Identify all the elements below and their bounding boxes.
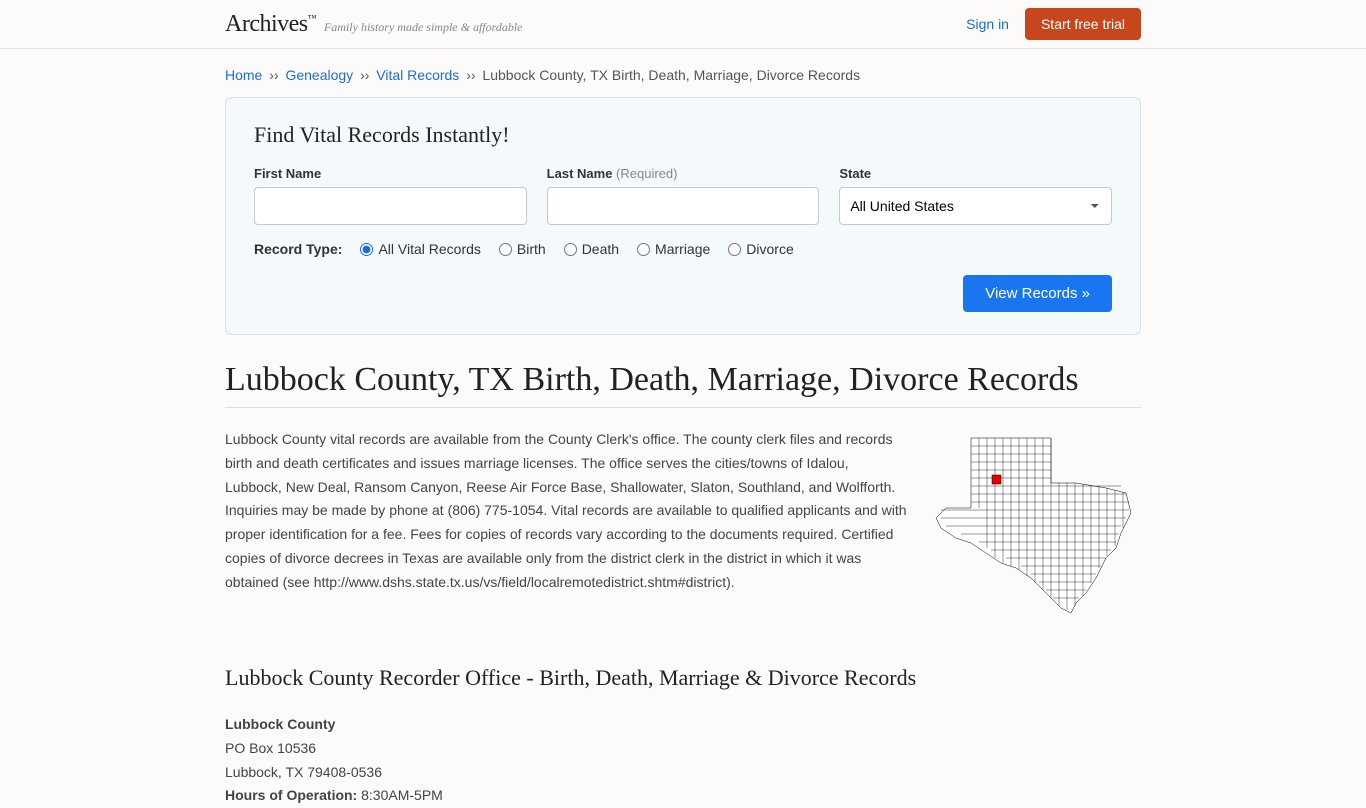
first-name-input[interactable] (254, 187, 527, 225)
radio-divorce[interactable]: Divorce (728, 241, 793, 257)
state-select[interactable]: All United States (839, 187, 1112, 225)
view-records-button[interactable]: View Records » (963, 275, 1112, 312)
breadcrumb-current: Lubbock County, TX Birth, Death, Marriag… (482, 67, 860, 83)
breadcrumb-genealogy[interactable]: Genealogy (285, 67, 353, 83)
last-name-group: Last Name (Required) (547, 166, 820, 225)
breadcrumb-vital[interactable]: Vital Records (376, 67, 459, 83)
site-header: Archives™ Family history made simple & a… (0, 0, 1366, 49)
radio-birth-input[interactable] (499, 243, 512, 256)
start-trial-button[interactable]: Start free trial (1025, 8, 1141, 40)
logo[interactable]: Archives™ (225, 11, 316, 38)
header-actions: Sign in Start free trial (966, 8, 1141, 40)
logo-area: Archives™ Family history made simple & a… (225, 11, 523, 38)
breadcrumb-sep: ›› (269, 67, 278, 83)
lubbock-county-marker (992, 475, 1001, 484)
radio-all-input[interactable] (360, 243, 373, 256)
radio-marriage-input[interactable] (637, 243, 650, 256)
radio-birth[interactable]: Birth (499, 241, 546, 257)
radio-divorce-input[interactable] (728, 243, 741, 256)
address-block: Lubbock County PO Box 10536 Lubbock, TX … (225, 713, 1141, 808)
record-type-row: Record Type: All Vital Records Birth Dea… (254, 241, 1112, 257)
radio-death-input[interactable] (564, 243, 577, 256)
breadcrumb: Home ›› Genealogy ›› Vital Records ›› Lu… (225, 49, 1141, 97)
search-title: Find Vital Records Instantly! (254, 122, 1112, 148)
signin-link[interactable]: Sign in (966, 16, 1009, 32)
breadcrumb-sep: ›› (360, 67, 369, 83)
search-box: Find Vital Records Instantly! First Name… (225, 97, 1141, 335)
breadcrumb-sep: ›› (466, 67, 475, 83)
address-po: PO Box 10536 (225, 737, 1141, 761)
state-label: State (839, 166, 1112, 181)
breadcrumb-home[interactable]: Home (225, 67, 262, 83)
address-city: Lubbock, TX 79408-0536 (225, 761, 1141, 785)
record-type-label: Record Type: (254, 241, 342, 257)
radio-all[interactable]: All Vital Records (360, 241, 480, 257)
recorder-title: Lubbock County Recorder Office - Birth, … (225, 665, 1141, 691)
page-title: Lubbock County, TX Birth, Death, Marriag… (225, 361, 1141, 408)
content-row: Lubbock County vital records are availab… (225, 428, 1141, 631)
address-name: Lubbock County (225, 713, 1141, 737)
texas-map-icon (931, 428, 1141, 628)
intro-text: Lubbock County vital records are availab… (225, 428, 907, 631)
last-name-label: Last Name (Required) (547, 166, 820, 181)
radio-marriage[interactable]: Marriage (637, 241, 710, 257)
first-name-label: First Name (254, 166, 527, 181)
state-group: State All United States (839, 166, 1112, 225)
first-name-group: First Name (254, 166, 527, 225)
last-name-input[interactable] (547, 187, 820, 225)
texas-map (931, 428, 1141, 631)
address-hours: Hours of Operation: 8:30AM-5PM (225, 784, 1141, 808)
tagline: Family history made simple & affordable (324, 20, 523, 35)
radio-death[interactable]: Death (564, 241, 619, 257)
